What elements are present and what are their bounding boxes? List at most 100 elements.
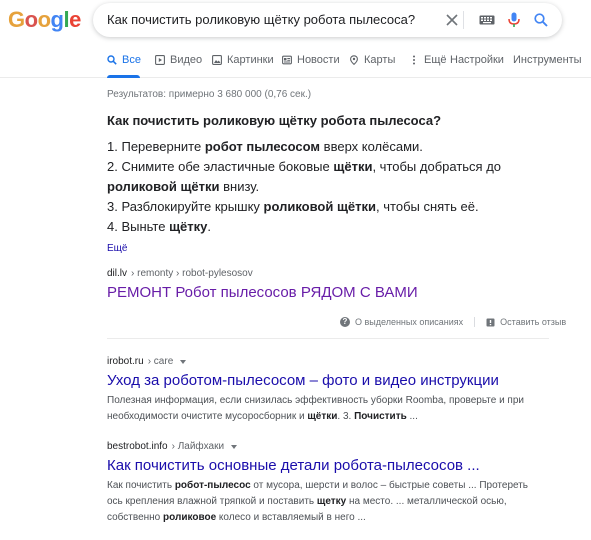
search-input[interactable]: Как почистить роликовую щётку робота пыл…	[107, 12, 415, 27]
flag-icon	[486, 318, 495, 327]
highlighted-text: робот пылесосом	[204, 139, 321, 154]
tab-tools[interactable]: Инструменты	[513, 54, 582, 66]
featured-snippet-question: Как почистить роликовую щётку робота пыл…	[107, 113, 442, 128]
text-fragment: Разблокируйте крышку	[121, 199, 264, 214]
result-domain: bestrobot.info	[107, 441, 168, 452]
logo-letter: G	[8, 7, 25, 32]
map-pin-icon	[349, 55, 359, 65]
result-domain: dil.lv	[107, 268, 128, 279]
tab-settings[interactable]: Настройки	[450, 54, 504, 66]
snippet-step-continuation: роликовой щётки внизу.	[107, 177, 577, 197]
text-fragment: ось крепления влажной тряпкой и поставит…	[107, 496, 317, 507]
text-fragment: необходимости очистите мусоросборник и	[107, 411, 308, 422]
text-fragment: собственно	[107, 512, 164, 523]
text-fragment: Переверните	[121, 139, 205, 154]
search-box[interactable]: Как почистить роликовую щётку робота пыл…	[93, 3, 562, 37]
tab-video[interactable]: Видео	[155, 54, 202, 66]
logo-letter: g	[50, 7, 64, 32]
text-fragment: Выньте	[121, 219, 170, 234]
tab-label: Видео	[170, 54, 203, 66]
text-fragment: на место. ... металлической осью,	[346, 496, 507, 507]
highlighted-text: щётки	[307, 411, 338, 422]
result-title[interactable]: Уход за роботом-пылесосом – фото и видео…	[107, 371, 587, 391]
step-number: 3.	[107, 199, 122, 214]
result-path: › remonty › robot-pylesosov	[131, 268, 253, 279]
logo-letter: o	[37, 7, 51, 32]
chevron-down-icon[interactable]	[231, 444, 238, 449]
text-fragment: .	[207, 219, 212, 234]
tab-news[interactable]: Новости	[282, 54, 340, 66]
snippet-step: 2. Снимите обе эластичные боковые щётки,…	[107, 157, 577, 177]
step-number: 2.	[107, 159, 122, 174]
active-tab-indicator	[107, 75, 140, 78]
result-title[interactable]: Как почистить основные детали робота-пыл…	[107, 456, 587, 476]
tab-label: Карты	[364, 54, 396, 66]
result-description: Полезная информация, если снизилась эффе…	[107, 393, 587, 425]
tab-all[interactable]: Все	[107, 54, 141, 66]
description-line: Полезная информация, если снизилась эффе…	[107, 393, 587, 409]
tab-maps[interactable]: Карты	[349, 54, 395, 66]
search-tabs: Все Видео Картинки Новости Карты Ещё Нас…	[0, 48, 591, 78]
logo-letter: o	[24, 7, 38, 32]
result-url[interactable]: dil.lv › remonty › robot-pylesosov	[107, 268, 587, 279]
snippet-step: 1. Переверните робот пылесосом вверх кол…	[107, 137, 577, 157]
close-icon[interactable]	[441, 9, 463, 31]
tab-label: Все	[122, 54, 141, 66]
result-path: › care	[147, 356, 174, 367]
snippet-step: 3. Разблокируйте крышку роликовой щётки,…	[107, 197, 577, 217]
tab-label: Ещё	[424, 54, 447, 66]
highlighted-text: щетку	[316, 496, 347, 507]
description-line: собственно роликовое колесо и вставляемы…	[107, 510, 587, 526]
tab-label: Настройки	[450, 54, 504, 66]
text-fragment: . 3.	[337, 411, 355, 422]
chevron-down-icon[interactable]	[180, 359, 187, 364]
text-fragment: внизу.	[219, 179, 260, 194]
text-fragment: от мусора, шерсти и волос – быстрые сове…	[250, 480, 529, 491]
text-fragment: колесо и вставляемый в него ...	[216, 512, 366, 523]
result-url[interactable]: irobot.ru › care	[107, 356, 587, 367]
text-fragment: Полезная информация, если снизилась эффе…	[107, 395, 524, 406]
text-fragment: , чтобы снять её.	[376, 199, 479, 214]
snippet-more-link[interactable]: Ещё	[107, 243, 127, 254]
featured-snippet-steps: 1. Переверните робот пылесосом вверх кол…	[107, 137, 577, 237]
highlighted-text: роликовой щётки	[107, 179, 220, 194]
google-logo[interactable]: Google	[8, 8, 81, 32]
snippet-divider	[107, 338, 549, 339]
search-icon[interactable]	[530, 9, 552, 31]
text-fragment: Как почистить	[107, 480, 175, 491]
text-fragment: вверх колёсами.	[320, 139, 423, 154]
result-domain: irobot.ru	[107, 356, 144, 367]
tab-images[interactable]: Картинки	[212, 54, 274, 66]
result-url[interactable]: bestrobot.info › Лайфхаки	[107, 441, 587, 452]
tab-more[interactable]: Ещё	[409, 54, 447, 66]
step-number: 4.	[107, 219, 122, 234]
snippet-feedback: ? О выделенных описаниях Оставить отзыв	[340, 317, 566, 327]
tab-label: Новости	[297, 54, 340, 66]
keyboard-icon[interactable]	[476, 9, 498, 31]
highlighted-text: роликовое	[163, 512, 217, 523]
help-icon: ?	[340, 317, 350, 327]
search-icon	[107, 55, 117, 65]
result-stats: Результатов: примерно 3 680 000 (0,76 се…	[107, 89, 312, 100]
about-snippets-link[interactable]: О выделенных описаниях	[355, 317, 463, 327]
image-icon	[212, 55, 222, 65]
highlighted-text: щётки	[333, 159, 373, 174]
search-result: irobot.ru › care Уход за роботом-пылесос…	[107, 356, 587, 425]
snippet-step: 4. Выньте щётку.	[107, 217, 577, 237]
text-fragment: Снимите обе эластичные боковые	[121, 159, 334, 174]
tab-label: Картинки	[227, 54, 274, 66]
highlighted-text: щётку	[169, 219, 208, 234]
description-line: необходимости очистите мусоросборник и щ…	[107, 409, 587, 425]
search-result: bestrobot.info › Лайфхаки Как почистить …	[107, 441, 587, 526]
microphone-icon[interactable]	[503, 9, 525, 31]
result-path: › Лайфхаки	[171, 441, 225, 452]
text-fragment: ...	[406, 411, 418, 422]
feedback-separator	[474, 317, 476, 327]
snippet-source-title[interactable]: РЕМОНТ Робот пылесосов РЯДОМ С ВАМИ	[107, 283, 587, 303]
feedback-link[interactable]: Оставить отзыв	[500, 317, 566, 327]
highlighted-text: робот-пылесос	[174, 480, 251, 491]
more-vert-icon	[409, 55, 419, 65]
text-fragment: , чтобы добраться до	[372, 159, 502, 174]
description-line: Как почистить робот-пылесос от мусора, ш…	[107, 478, 587, 494]
news-icon	[282, 55, 292, 65]
